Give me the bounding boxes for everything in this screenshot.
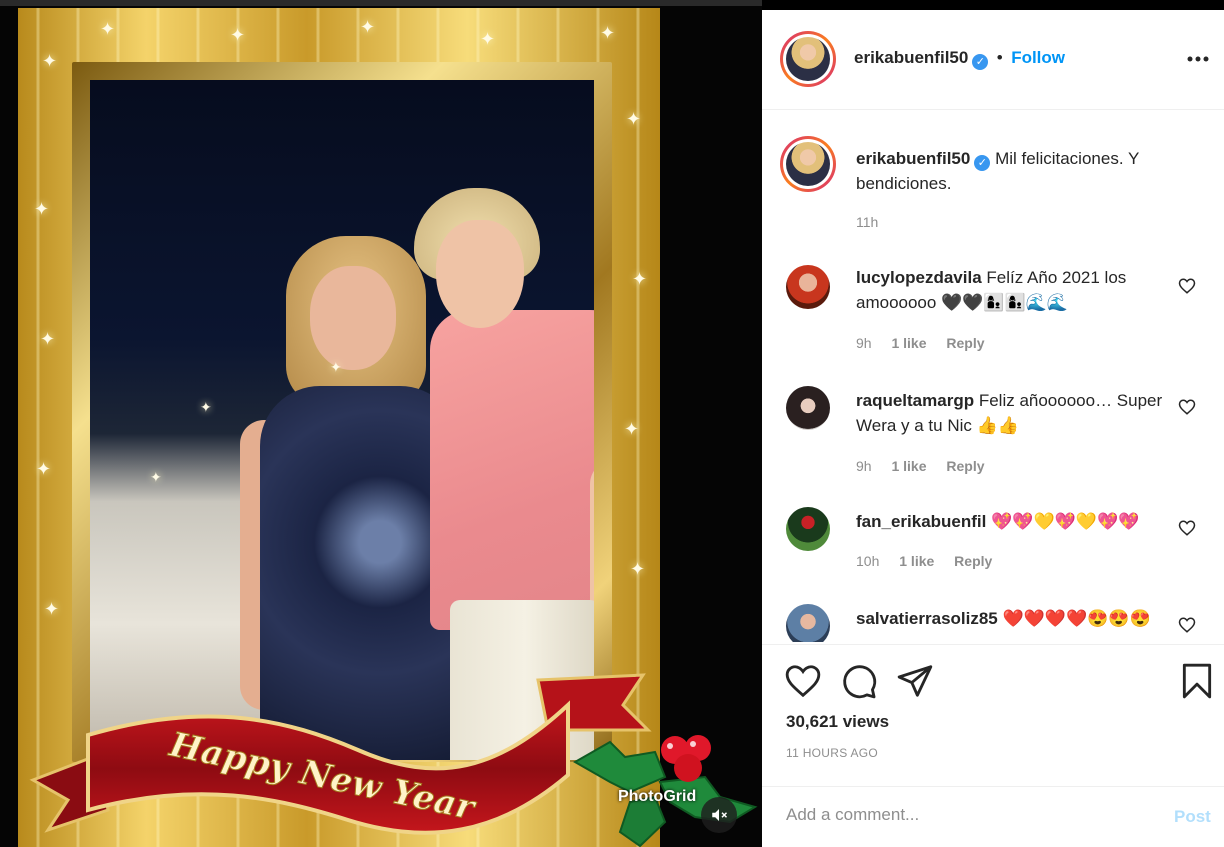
holly-decoration	[572, 735, 758, 847]
header-user-line: erikabuenfil50 ✓ • Follow	[854, 48, 1065, 70]
post-time-ago[interactable]: 11 HOURS AGO	[786, 746, 878, 760]
dot-separator: •	[996, 48, 1003, 67]
heart-outline-icon[interactable]	[1178, 519, 1196, 537]
post-comment-button[interactable]: Post	[1174, 807, 1211, 827]
comment-likes[interactable]: 1 like	[891, 458, 926, 474]
comment-meta: 9h 1 like Reply	[856, 335, 1001, 351]
comment-username[interactable]: raqueltamargp	[856, 391, 974, 410]
comment-time: 9h	[856, 458, 872, 474]
comment-meta: 10h 1 like Reply	[856, 553, 1008, 569]
top-strip	[0, 0, 762, 6]
post-side-panel: erikabuenfil50 ✓ • Follow erikabuenfil50 ✓…	[762, 10, 1224, 847]
caption-avatar[interactable]	[780, 136, 836, 192]
sparkle-icon: ✦	[34, 199, 50, 219]
comment-time: 9h	[856, 335, 872, 351]
sparkle-icon: ✦	[100, 19, 116, 39]
boy-face	[436, 220, 524, 328]
actions-divider	[762, 644, 1224, 645]
comment-username[interactable]: lucylopezdavila	[856, 268, 982, 287]
comment-time: 10h	[856, 553, 880, 569]
caption-time: 11h	[856, 214, 879, 230]
more-options-icon[interactable]	[1186, 54, 1210, 64]
sparkle-icon: ✦	[230, 25, 246, 45]
woman-face	[310, 266, 396, 370]
comment-text: ❤️❤️❤️❤️😍😍😍	[1002, 609, 1151, 628]
view-count[interactable]: 30,621 views	[786, 712, 889, 732]
share-paper-plane-icon[interactable]	[896, 662, 934, 700]
heart-outline-icon[interactable]	[1178, 616, 1196, 634]
photogrid-watermark: PhotoGrid	[618, 788, 696, 806]
comment-text: 💖💖💛💖💛💖💖	[991, 512, 1140, 531]
commenter-avatar[interactable]	[786, 604, 830, 642]
author-avatar[interactable]	[780, 31, 836, 87]
caption-body: erikabuenfil50 ✓ Mil felicitaciones. Y be…	[856, 146, 1174, 196]
sparkle-icon: ✦	[624, 419, 640, 439]
follow-button[interactable]: Follow	[1011, 48, 1065, 67]
boy-shirt	[430, 310, 594, 630]
verified-badge-icon: ✓	[974, 155, 991, 171]
comment-meta: 9h 1 like Reply	[856, 458, 1001, 474]
comment-bubble-icon[interactable]	[840, 662, 878, 700]
comment-body: lucylopezdavila Felíz Año 2021 los amooo…	[856, 265, 1174, 315]
comment-body: salvatierrasoliz85 ❤️❤️❤️❤️😍😍😍	[856, 606, 1174, 631]
sparkle-icon: ✦	[200, 399, 212, 415]
verified-badge-icon: ✓	[972, 54, 989, 70]
sparkle-icon: ✦	[600, 23, 616, 43]
sparkle-icon: ✦	[42, 51, 58, 71]
commenter-avatar[interactable]	[786, 265, 830, 309]
caption-meta: 11h	[856, 214, 894, 230]
reply-button[interactable]: Reply	[946, 335, 984, 351]
add-comment-input[interactable]	[786, 805, 1136, 825]
sparkle-icon: ✦	[150, 469, 162, 485]
comment-likes[interactable]: 1 like	[891, 335, 926, 351]
comment-body: raqueltamargp Feliz añoooooo… Super Wera…	[856, 388, 1174, 438]
speaker-muted-icon	[712, 809, 728, 821]
like-heart-icon[interactable]	[784, 662, 822, 700]
sparkle-icon: ✦	[360, 17, 376, 37]
mute-button[interactable]	[701, 797, 737, 833]
comment-likes[interactable]: 1 like	[899, 553, 934, 569]
sparkle-icon: ✦	[44, 599, 60, 619]
sparkle-icon: ✦	[632, 269, 648, 289]
caption-username[interactable]: erikabuenfil50	[856, 149, 970, 168]
photo	[90, 80, 594, 760]
sparkle-icon: ✦	[40, 329, 56, 349]
happy-new-year-ribbon: Happy New Year	[29, 673, 652, 835]
author-username[interactable]: erikabuenfil50	[854, 48, 968, 67]
watermark-text: PhotoGrid	[618, 788, 697, 805]
sparkle-icon: ✦	[480, 29, 496, 49]
sparkle-icon: ✦	[330, 359, 342, 375]
sparkle-icon: ✦	[36, 459, 52, 479]
reply-button[interactable]: Reply	[946, 458, 984, 474]
comment-username[interactable]: salvatierrasoliz85	[856, 609, 998, 628]
sparkle-icon: ✦	[630, 559, 646, 579]
post-media[interactable]: ✦ ✦ ✦ ✦ ✦ ✦ ✦ ✦ ✦ ✦ ✦ ✦ ✦ ✦ ✦ ✦ ✦ Happy …	[0, 0, 762, 847]
save-bookmark-icon[interactable]	[1178, 662, 1216, 700]
reply-button[interactable]: Reply	[954, 553, 992, 569]
comment-body: fan_erikabuenfil 💖💖💛💖💛💖💖	[856, 509, 1174, 534]
sparkle-icon: ✦	[626, 109, 642, 129]
commenter-avatar[interactable]	[786, 507, 830, 551]
comment-item: salvatierrasoliz85 ❤️❤️❤️❤️😍😍😍	[762, 604, 1224, 642]
heart-outline-icon[interactable]	[1178, 277, 1196, 295]
comment-username[interactable]: fan_erikabuenfil	[856, 512, 986, 531]
post-header: erikabuenfil50 ✓ • Follow	[762, 10, 1224, 110]
commenter-avatar[interactable]	[786, 386, 830, 430]
add-comment-bar: Post	[762, 786, 1224, 847]
heart-outline-icon[interactable]	[1178, 398, 1196, 416]
